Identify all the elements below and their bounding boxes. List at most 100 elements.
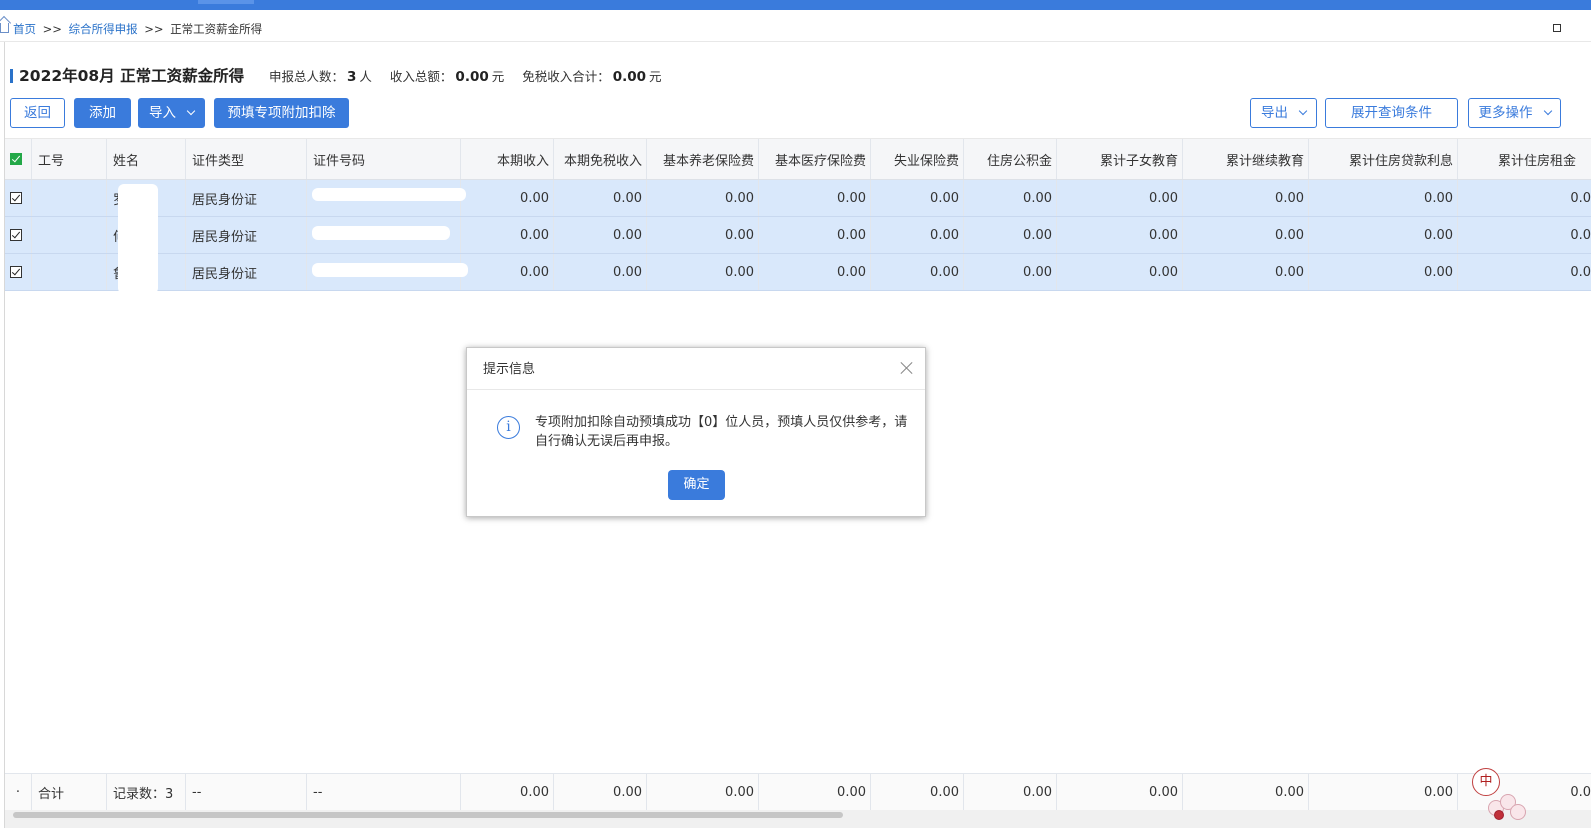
id-type-cell: 居民身份证 — [186, 254, 307, 290]
import-dropdown-button[interactable]: 导入 — [138, 98, 205, 128]
row-select-cell[interactable] — [5, 254, 32, 290]
footer-value: 0.00 — [1183, 774, 1309, 810]
value-cell: 0.00 — [871, 180, 964, 216]
page-title: 2022年08月 正常工资薪金所得 — [19, 67, 245, 85]
value-cell: 0.00 — [1057, 180, 1183, 216]
column-header[interactable]: 证件类型 — [186, 139, 307, 179]
chevron-down-icon — [1543, 106, 1552, 116]
value-cell: 0.00 — [964, 217, 1057, 253]
column-header[interactable]: 累计继续教育 — [1183, 139, 1309, 179]
home-icon — [0, 23, 9, 33]
breadcrumb-separator: >> — [144, 22, 164, 36]
prefill-deduction-button[interactable]: 预填专项附加扣除 — [214, 98, 349, 128]
value-cell: 0.00 — [461, 254, 554, 290]
column-header[interactable]: 本期免税收入 — [554, 139, 647, 179]
value-cell: 0.0 — [1570, 190, 1591, 206]
value-cell: 0.00 — [964, 254, 1057, 290]
column-header[interactable]: 累计住房租金 — [1458, 139, 1591, 179]
value-cell: 0.00 — [1057, 254, 1183, 290]
value-cell: 0.00 — [964, 180, 1057, 216]
column-header[interactable]: 失业保险费 — [871, 139, 964, 179]
footer-value: 0.00 — [1057, 774, 1183, 810]
income-unit: 元 — [491, 69, 505, 84]
value-cell: 0.00 — [461, 180, 554, 216]
chevron-down-icon — [1298, 106, 1308, 116]
income-label: 收入总额： — [389, 69, 453, 84]
footer-value: 0.00 — [759, 774, 871, 810]
info-icon: i — [497, 416, 520, 439]
column-header[interactable]: 累计住房贷款利息 — [1309, 139, 1458, 179]
value-cell: 0.00 — [554, 254, 647, 290]
id-type-cell: 居民身份证 — [186, 180, 307, 216]
value-cell: 0.00 — [759, 217, 871, 253]
breadcrumb-current: 正常工资薪金所得 — [170, 22, 263, 36]
table-row[interactable]: 何 居民身份证 0.00 0.00 0.00 0.00 0.00 0.00 0.… — [5, 217, 1591, 254]
id-type-cell: 居民身份证 — [186, 217, 307, 253]
employee-id-cell — [32, 254, 107, 290]
breadcrumb-parent-link[interactable]: 综合所得申报 — [69, 22, 138, 36]
row-checkbox[interactable] — [10, 192, 22, 204]
footer-value: 0.00 — [554, 774, 647, 810]
value-cell: 0.00 — [647, 217, 759, 253]
exempt-unit: 元 — [649, 69, 662, 84]
back-button[interactable]: 返回 — [10, 98, 65, 128]
export-dropdown-button[interactable]: 导出 — [1250, 98, 1317, 128]
exempt-label: 免税收入合计： — [522, 69, 610, 84]
column-header[interactable]: 本期收入 — [461, 139, 554, 179]
income-value: 0.00 — [455, 69, 489, 85]
column-header[interactable]: 住房公积金 — [964, 139, 1057, 179]
value-cell: 0.00 — [759, 180, 871, 216]
ime-indicator[interactable]: 中 — [1472, 768, 1500, 796]
table-row[interactable]: 鲁 居民身份证 0.00 0.00 0.00 0.00 0.00 0.00 0.… — [5, 254, 1591, 291]
row-checkbox[interactable] — [10, 266, 22, 278]
ok-button[interactable]: 确定 — [668, 470, 725, 500]
column-header[interactable]: 证件号码 — [307, 139, 461, 179]
horizontal-scrollbar[interactable] — [5, 810, 1591, 828]
maximize-icon[interactable] — [1553, 24, 1561, 32]
close-icon[interactable] — [899, 360, 915, 376]
column-header[interactable]: 累计子女教育 — [1057, 139, 1183, 179]
expand-query-button[interactable]: 展开查询条件 — [1325, 98, 1458, 128]
column-header[interactable]: 姓名 — [107, 139, 186, 179]
footer-value: 0.00 — [964, 774, 1057, 810]
select-all-checkbox[interactable] — [10, 153, 22, 165]
value-cell: 0.0 — [1570, 264, 1591, 280]
value-cell: 0.00 — [1309, 217, 1458, 253]
column-header[interactable]: 基本养老保险费 — [647, 139, 759, 179]
count-value: 3 — [347, 69, 357, 85]
column-header[interactable]: 基本医疗保险费 — [759, 139, 871, 179]
import-label: 导入 — [149, 105, 176, 121]
value-cell: 0.0 — [1570, 227, 1591, 243]
window-top-bar — [0, 0, 1591, 10]
breadcrumb-separator: >> — [42, 22, 62, 36]
row-checkbox[interactable] — [10, 229, 22, 241]
footer-value: 0.00 — [1309, 774, 1458, 810]
divider — [0, 41, 1591, 42]
table-header-row: 工号 姓名 证件类型 证件号码 本期收入 本期免税收入 基本养老保险费 基本医疗… — [5, 138, 1591, 180]
column-header[interactable]: 工号 — [32, 139, 107, 179]
more-actions-dropdown-button[interactable]: 更多操作 — [1468, 98, 1561, 128]
scrollbar-thumb[interactable] — [13, 812, 843, 818]
row-select-cell[interactable] — [5, 180, 32, 216]
redaction-mark — [312, 226, 450, 240]
employee-id-cell — [32, 180, 107, 216]
row-select-cell[interactable] — [5, 217, 32, 253]
select-all-cell[interactable] — [5, 139, 32, 179]
redaction-mark — [118, 184, 158, 294]
info-dialog: 提示信息 i 专项附加扣除自动预填成功【0】位人员，预填人员仅供参考，请自行确认… — [466, 347, 926, 517]
value-cell: 0.00 — [871, 254, 964, 290]
value-cell: 0.00 — [554, 217, 647, 253]
table-row[interactable]: 罗 居民身份证 0.00 0.00 0.00 0.00 0.00 0.00 0.… — [5, 180, 1591, 217]
dialog-header: 提示信息 — [467, 348, 925, 390]
add-button[interactable]: 添加 — [74, 98, 131, 128]
employee-id-cell — [32, 217, 107, 253]
breadcrumb-home-link[interactable]: 首页 — [13, 22, 36, 36]
footer-record-count: 记录数：3 — [107, 774, 186, 810]
more-actions-label: 更多操作 — [1478, 105, 1533, 121]
export-label: 导出 — [1261, 105, 1288, 121]
footer-dot: · — [5, 774, 32, 810]
value-cell: 0.00 — [759, 254, 871, 290]
title-accent-bar — [10, 69, 13, 83]
footer-value: 0.00 — [871, 774, 964, 810]
redaction-mark — [312, 263, 468, 277]
